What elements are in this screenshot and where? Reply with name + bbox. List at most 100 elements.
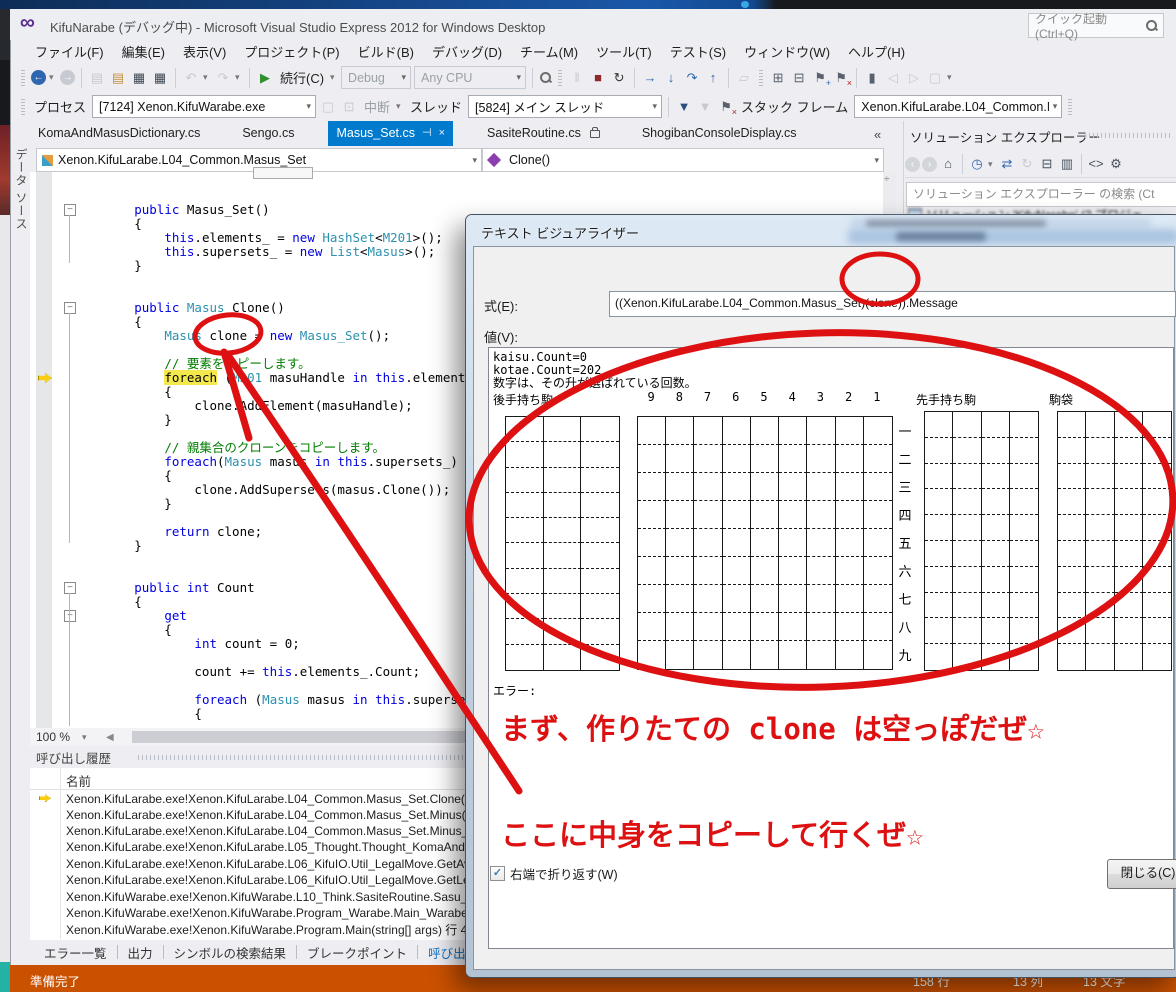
- preview-selected-icon[interactable]: ▥: [1058, 155, 1076, 173]
- se-back-icon[interactable]: ‹: [905, 156, 920, 172]
- tab-ShogibanConsoleDisplay.cs[interactable]: ShogibanConsoleDisplay.cs: [634, 121, 805, 146]
- process-snapshot-icon[interactable]: ▢: [319, 98, 337, 116]
- board-cell: [1086, 592, 1115, 619]
- continue-icon[interactable]: ▶: [256, 69, 274, 87]
- remove-flag-icon[interactable]: ⚑ ×: [832, 69, 852, 88]
- tab-overflow-icon[interactable]: «: [874, 127, 881, 142]
- open-file-icon[interactable]: ▤: [109, 69, 127, 87]
- outline-collapse-icon[interactable]: –: [64, 610, 76, 622]
- panel-tab-ブレークポイント[interactable]: ブレークポイント: [297, 941, 417, 964]
- menu-item[interactable]: ファイル(F): [26, 39, 113, 64]
- step-out-icon[interactable]: ↑: [704, 69, 722, 87]
- editor-splitter-grip[interactable]: ÷: [884, 174, 890, 185]
- outline-line: [69, 621, 70, 726]
- restart-icon[interactable]: ↻: [610, 69, 628, 87]
- view-code-icon[interactable]: <>: [1087, 155, 1105, 173]
- process-step-icon[interactable]: ⊡: [340, 98, 358, 116]
- save-icon[interactable]: ▦: [130, 69, 148, 87]
- nav-back-icon[interactable]: ←: [31, 70, 46, 85]
- disassembly-icon[interactable]: ▱: [735, 69, 753, 87]
- redo-icon[interactable]: ↷: [214, 69, 232, 87]
- code-line: {: [74, 216, 142, 231]
- frame-combo[interactable]: Xenon.KifuLarabe.L04_Common.Masu▾: [854, 95, 1063, 118]
- value-text-area[interactable]: kaisu.Count=0 kotae.Count=202 数字は、その升が選ば…: [488, 347, 1174, 949]
- chevron-down-icon[interactable]: ▾: [49, 72, 57, 83]
- platform-combo[interactable]: Any CPU ▾: [414, 66, 527, 89]
- tab-KomaAndMasusDictionary.cs[interactable]: KomaAndMasusDictionary.cs: [30, 121, 208, 146]
- stop-icon[interactable]: ■: [589, 69, 607, 87]
- board-cell: [1114, 592, 1143, 619]
- collapse-all-icon[interactable]: ⊟: [1038, 155, 1056, 173]
- panel-tab-出力[interactable]: 出力: [118, 941, 163, 964]
- menu-item[interactable]: ヘルプ(H): [839, 39, 914, 64]
- pause-icon[interactable]: ‖: [568, 69, 586, 87]
- config-combo[interactable]: Debug ▾: [341, 66, 412, 89]
- menu-item[interactable]: ビルド(B): [349, 39, 423, 64]
- annotation-text-1: まず、作りたての clone は空っぽだぜ☆: [501, 712, 1045, 746]
- menu-item[interactable]: チーム(M): [511, 39, 587, 64]
- pin-icon[interactable]: ⊣: [422, 121, 432, 146]
- show-next-statement-icon[interactable]: →: [641, 69, 659, 87]
- tab-Sengo.cs[interactable]: Sengo.cs: [234, 121, 302, 146]
- menu-item[interactable]: テスト(S): [661, 39, 735, 64]
- chevron-down-icon[interactable]: ▾: [988, 159, 996, 170]
- chevron-down-icon[interactable]: ▾: [396, 101, 404, 112]
- outline-collapse-icon[interactable]: –: [64, 204, 76, 216]
- prev-bookmark-icon[interactable]: ◁: [884, 69, 902, 87]
- next-bookmark-icon[interactable]: ▷: [905, 69, 923, 87]
- bookmark-icon[interactable]: ▮: [863, 69, 881, 87]
- sync-with-active-icon[interactable]: ⇄: [998, 155, 1016, 173]
- output-window-icon[interactable]: ⊟: [790, 69, 808, 87]
- tab-SasiteRoutine.cs[interactable]: SasiteRoutine.cs: [479, 121, 608, 146]
- menu-item[interactable]: ツール(T): [587, 39, 661, 64]
- member-dropdown[interactable]: Clone() ▾: [482, 148, 884, 172]
- add-flag-icon[interactable]: ⚑ +: [811, 69, 831, 88]
- board-cell: [506, 619, 544, 645]
- step-into-icon[interactable]: ↓: [662, 69, 680, 87]
- pending-changes-icon[interactable]: ◷: [968, 155, 986, 173]
- zoom-dropdown[interactable]: 100 % ▾: [30, 730, 106, 744]
- clear-bookmarks-icon[interactable]: ▢: [926, 69, 944, 87]
- tab-Masus_Set.cs[interactable]: Masus_Set.cs ⊣ ×: [328, 121, 454, 146]
- paste-icon[interactable]: ▤: [88, 69, 106, 87]
- chevron-down-icon[interactable]: ▾: [330, 72, 338, 83]
- solution-explorer-search-input[interactable]: ソリューション エクスプローラー の検索 (Ct: [906, 182, 1176, 207]
- menu-item[interactable]: 編集(E): [113, 39, 174, 64]
- panel-tab-エラー一覧[interactable]: エラー一覧: [34, 941, 117, 964]
- se-forward-icon[interactable]: ›: [922, 156, 937, 172]
- flagged-threads-icon[interactable]: ⚑ ×: [717, 98, 737, 117]
- chevron-down-icon[interactable]: ▾: [947, 72, 955, 83]
- thread-combo[interactable]: [5824] メイン スレッド ▾: [468, 95, 663, 118]
- quick-launch-input[interactable]: クイック起動 (Ctrl+Q): [1028, 12, 1164, 41]
- properties-icon[interactable]: ⚙: [1107, 155, 1125, 173]
- home-icon[interactable]: ⌂: [939, 155, 957, 173]
- breakpoints-window-icon[interactable]: ⊞: [769, 69, 787, 87]
- nav-forward-icon[interactable]: →: [60, 70, 75, 85]
- menu-item[interactable]: デバッグ(D): [423, 39, 511, 64]
- sidebar-item-data-sources[interactable]: データ ソース: [11, 148, 30, 243]
- scroll-left-icon[interactable]: ◀: [106, 732, 114, 743]
- outline-collapse-icon[interactable]: –: [64, 582, 76, 594]
- close-icon[interactable]: ×: [439, 121, 445, 146]
- text-visualizer-dialog[interactable]: テキスト ビジュアライザー 式(E): ((Xenon.KifuLarabe.L…: [466, 215, 1176, 977]
- find-in-files-icon[interactable]: [539, 71, 552, 84]
- expression-input[interactable]: ((Xenon.KifuLarabe.L04_Common.Masus_Set)…: [609, 291, 1176, 317]
- rank-label: 一: [898, 423, 912, 439]
- filter-icon[interactable]: ▼: [675, 98, 693, 116]
- chevron-down-icon[interactable]: ▾: [235, 72, 243, 83]
- filter-disabled-icon[interactable]: ▼: [696, 98, 714, 116]
- step-over-icon[interactable]: ↷: [683, 69, 701, 87]
- close-button[interactable]: 閉じる(C): [1107, 859, 1176, 889]
- chevron-down-icon[interactable]: ▾: [203, 72, 211, 83]
- menu-item[interactable]: ウィンドウ(W): [735, 39, 839, 64]
- menu-item[interactable]: 表示(V): [174, 39, 235, 64]
- refresh-icon[interactable]: ↻: [1018, 155, 1036, 173]
- panel-tab-シンボルの検索結果[interactable]: シンボルの検索結果: [164, 941, 297, 964]
- breakpoint-margin[interactable]: [36, 172, 52, 728]
- process-combo[interactable]: [7124] Xenon.KifuWarabe.exe ▾: [92, 95, 317, 118]
- word-wrap-checkbox[interactable]: ✓ 右端で折り返す(W): [490, 864, 618, 883]
- save-all-icon[interactable]: ▦: [151, 69, 169, 87]
- undo-icon[interactable]: ↶: [182, 69, 200, 87]
- menu-item[interactable]: プロジェクト(P): [235, 39, 348, 64]
- outline-collapse-icon[interactable]: –: [64, 302, 76, 314]
